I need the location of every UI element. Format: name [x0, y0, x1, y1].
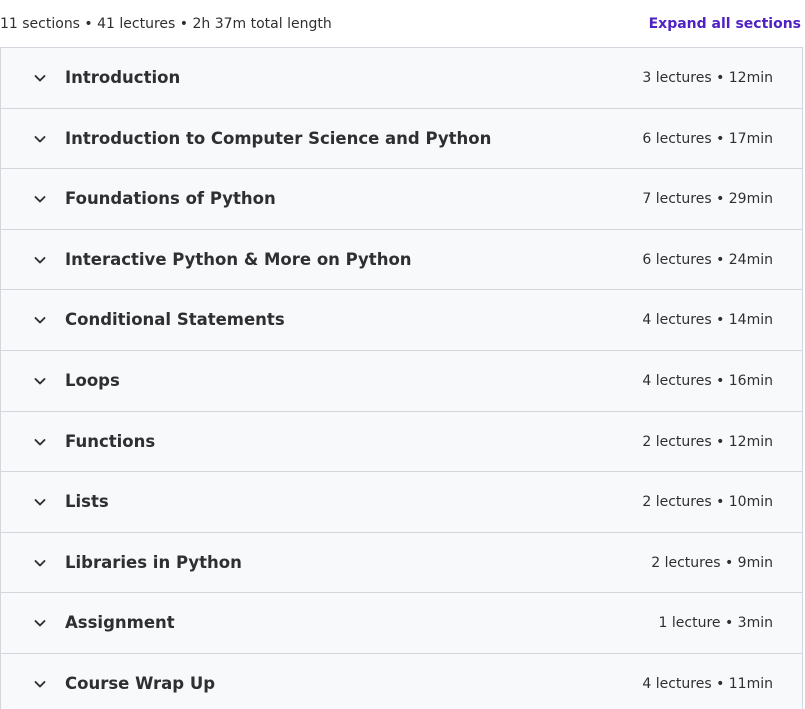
section-row-introduction[interactable]: Introduction 3 lectures • 12min [1, 48, 802, 109]
section-row-conditional-statements[interactable]: Conditional Statements 4 lectures • 14mi… [1, 290, 802, 351]
section-title: Assignment [65, 613, 175, 633]
section-title: Interactive Python & More on Python [65, 249, 412, 269]
chevron-down-icon [32, 494, 48, 510]
section-row-functions[interactable]: Functions 2 lectures • 12min [1, 411, 802, 473]
section-row-foundations-of-python[interactable]: Foundations of Python 7 lectures • 29min [1, 169, 802, 230]
section-lecture-count: 6 lectures • 17min [642, 130, 773, 147]
section-lecture-count: 2 lectures • 9min [651, 554, 773, 571]
curriculum-summary-bar: 11 sections • 41 lectures • 2h 37m total… [0, 0, 805, 47]
chevron-down-icon [32, 252, 48, 268]
chevron-down-icon [32, 615, 48, 631]
section-lecture-count: 4 lectures • 14min [642, 312, 773, 329]
section-lecture-count: 1 lecture • 3min [658, 615, 773, 632]
section-lecture-count: 7 lectures • 29min [642, 191, 773, 208]
section-row-intro-cs-python[interactable]: Introduction to Computer Science and Pyt… [1, 108, 802, 170]
section-lecture-count: 2 lectures • 12min [642, 433, 773, 450]
section-lecture-count: 2 lectures • 10min [642, 494, 773, 511]
section-title: Loops [65, 370, 120, 390]
section-title: Course Wrap Up [65, 673, 216, 693]
section-title: Introduction [65, 68, 181, 87]
chevron-down-icon [32, 191, 48, 207]
chevron-down-icon [32, 131, 48, 147]
course-content-summary: 11 sections • 41 lectures • 2h 37m total… [0, 16, 332, 32]
section-title: Functions [65, 431, 156, 451]
expand-all-sections-button[interactable]: Expand all sections [649, 15, 801, 33]
section-lecture-count: 3 lectures • 12min [642, 70, 773, 86]
curriculum-section-list: Introduction 3 lectures • 12min Introduc… [0, 47, 803, 709]
section-row-assignment[interactable]: Assignment 1 lecture • 3min [1, 593, 802, 654]
section-title: Libraries in Python [65, 552, 242, 572]
section-lecture-count: 4 lectures • 11min [642, 675, 773, 692]
section-row-libraries-in-python[interactable]: Libraries in Python 2 lectures • 9min [1, 532, 802, 594]
chevron-down-icon [32, 676, 48, 692]
section-row-loops[interactable]: Loops 4 lectures • 16min [1, 350, 802, 412]
section-row-interactive-python[interactable]: Interactive Python & More on Python 6 le… [1, 229, 802, 291]
section-lecture-count: 4 lectures • 16min [642, 372, 773, 389]
chevron-down-icon [32, 373, 48, 389]
section-title: Lists [65, 492, 109, 512]
chevron-down-icon [32, 434, 48, 450]
chevron-down-icon [32, 312, 48, 328]
section-row-course-wrap-up[interactable]: Course Wrap Up 4 lectures • 11min [1, 653, 802, 709]
chevron-down-icon [32, 70, 48, 86]
section-title: Foundations of Python [65, 189, 276, 209]
section-row-lists[interactable]: Lists 2 lectures • 10min [1, 472, 802, 533]
section-title: Conditional Statements [65, 310, 285, 330]
section-lecture-count: 6 lectures • 24min [642, 251, 773, 268]
section-title: Introduction to Computer Science and Pyt… [65, 128, 492, 148]
chevron-down-icon [32, 555, 48, 571]
